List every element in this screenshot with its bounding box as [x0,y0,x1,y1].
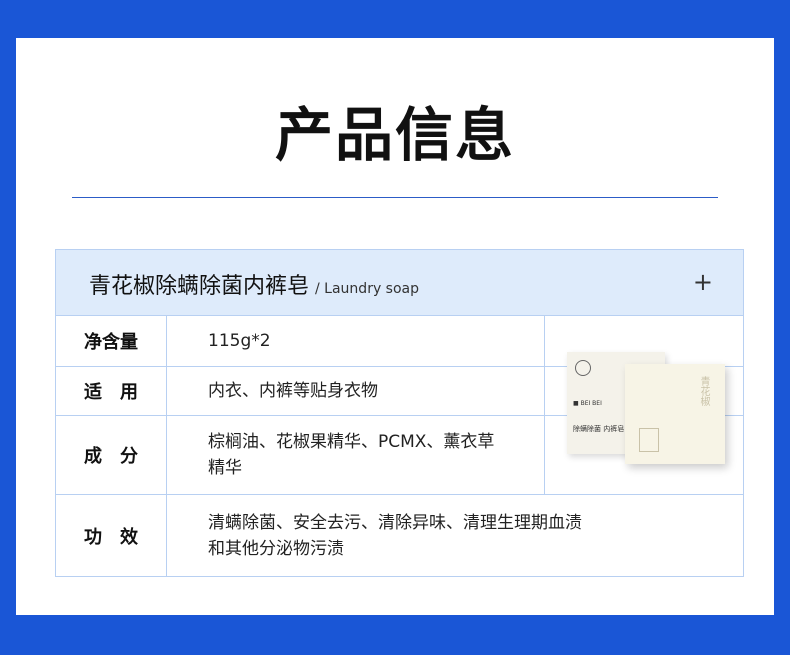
row-label: 净含量 [56,316,167,366]
row-value: 清螨除菌、安全去污、清除异味、清理生理期血渍 和其他分泌物污渍 [208,513,582,559]
row-label: 成 分 [56,416,167,494]
product-subtitle: / Laundry soap [315,281,420,297]
table-row: 功 效 清螨除菌、安全去污、清除异味、清理生理期血渍 和其他分泌物污渍 [56,495,743,576]
row-value: 115g*2 [208,331,271,351]
soap-stamp-icon [639,428,659,452]
row-value: 内衣、内裤等贴身衣物 [208,381,378,401]
box-brand: ■ BEI BEI [573,400,602,407]
expand-icon[interactable]: + [693,268,713,296]
product-name: 青花椒除螨除菌内裤皂 / Laundry soap [89,274,420,299]
row-label: 功 效 [56,495,167,576]
soap-bar: 青花椒 [625,364,725,464]
row-value: 棕榈油、花椒果精华、PCMX、薰衣草 精华 [208,432,495,478]
product-info-table: 青花椒除螨除菌内裤皂 / Laundry soap + 净含量 115g*2 适 … [55,249,744,577]
product-image: ■ BEI BEI 除螨除菌 内裤皂 青花椒 [544,316,744,495]
row-label: 适 用 [56,367,167,415]
brand-seal-icon [575,360,591,376]
page-title: 产品信息 [274,101,515,169]
title-divider [72,197,718,198]
box-text: 除螨除菌 内裤皂 [573,425,625,433]
product-header[interactable]: 青花椒除螨除菌内裤皂 / Laundry soap + [56,250,743,316]
soap-vertical-text: 青花椒 [698,376,709,406]
